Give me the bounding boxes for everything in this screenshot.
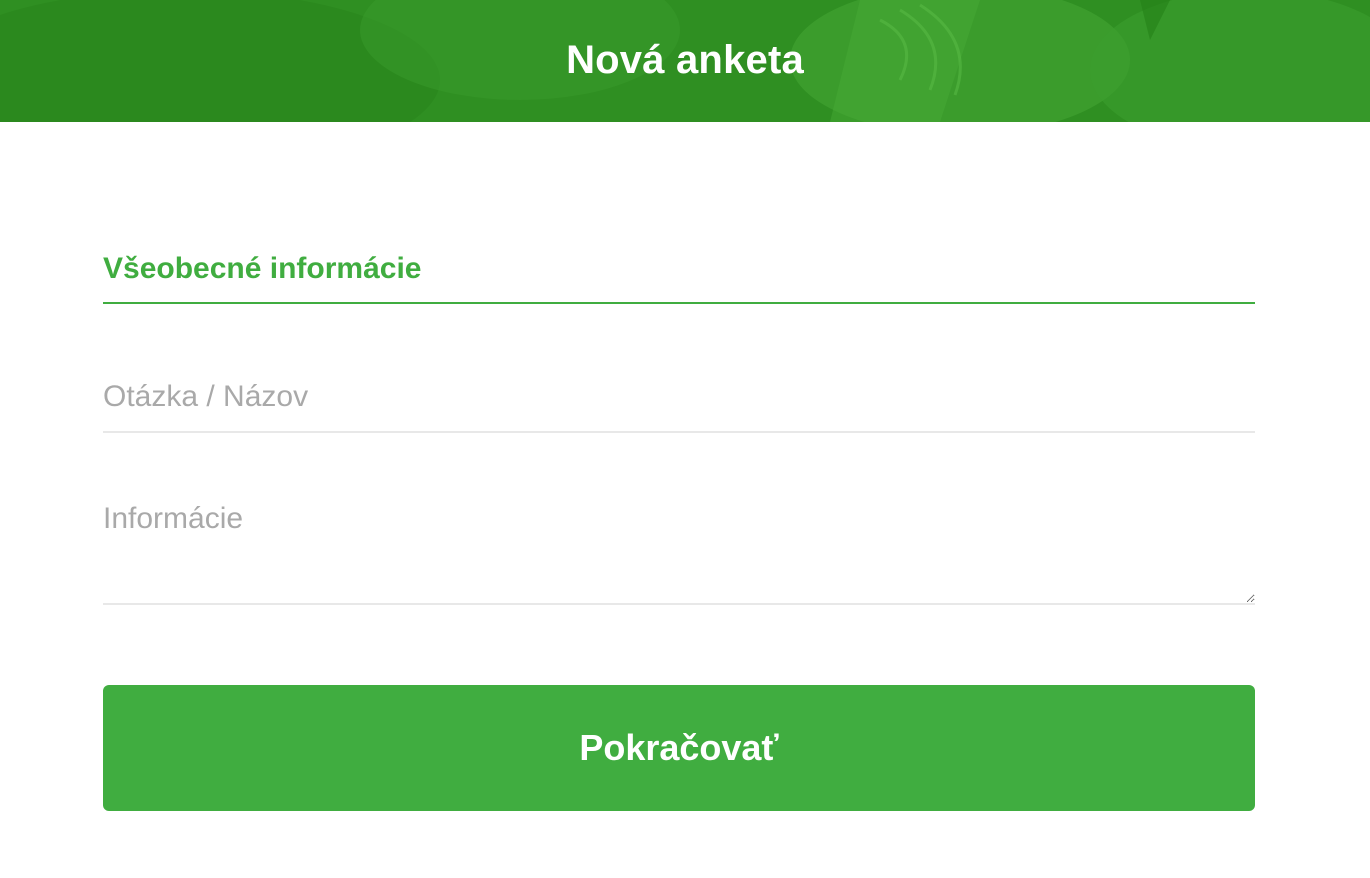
page-title: Nová anketa [566, 38, 804, 82]
continue-button[interactable]: Pokračovať [103, 685, 1255, 811]
information-textarea[interactable] [103, 490, 1255, 605]
question-title-input[interactable] [103, 362, 1255, 433]
section-title-general-info: Všeobecné informácie [103, 250, 1255, 304]
page-header: Nová anketa [0, 0, 1370, 122]
